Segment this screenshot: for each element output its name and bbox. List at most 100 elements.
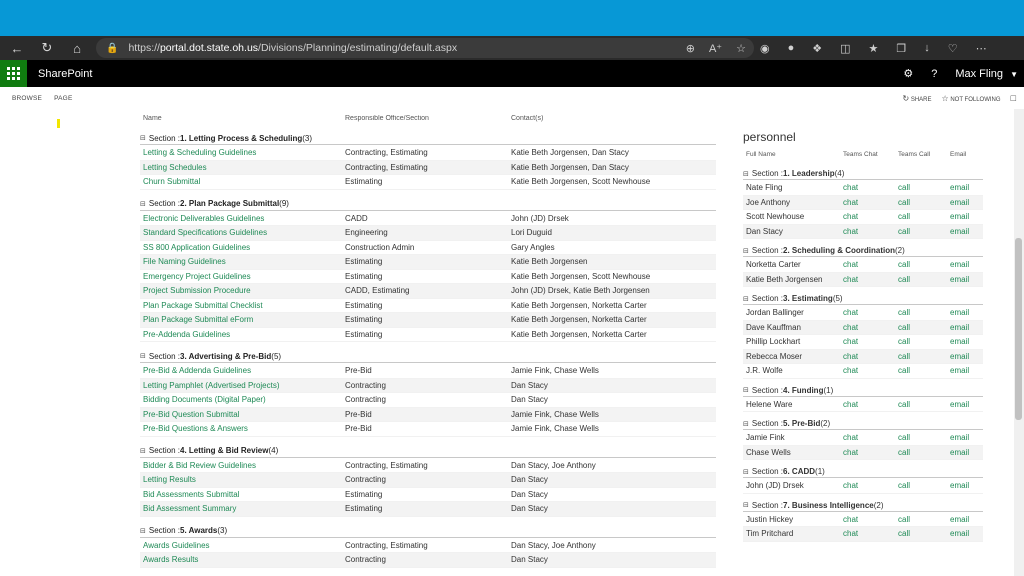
email-link[interactable]: email — [950, 260, 983, 269]
collapse-icon[interactable]: ⊟ — [743, 468, 749, 476]
downloads-icon[interactable]: ↓ — [924, 42, 930, 54]
section-header[interactable]: ⊟ Section : 4. Letting & Bid Review (4) — [140, 445, 716, 458]
section-header[interactable]: ⊟ Section : 5. Awards (3) — [140, 525, 716, 538]
teams-chat-link[interactable]: chat — [843, 212, 898, 221]
personnel-section-header[interactable]: ⊟ Section : 6. CADD (1) — [743, 466, 983, 478]
app-launcher-icon[interactable] — [0, 60, 27, 87]
follow-button[interactable]: ☆ NOT FOLLOWING — [941, 94, 1000, 103]
column-contacts[interactable]: Contact(s) — [511, 115, 716, 122]
teams-chat-link[interactable]: chat — [843, 308, 898, 317]
teams-call-link[interactable]: call — [898, 275, 950, 284]
collapse-icon[interactable]: ⊟ — [743, 295, 749, 303]
teams-call-link[interactable]: call — [898, 260, 950, 269]
extension-shield-icon[interactable]: ◉ — [760, 42, 770, 55]
email-link[interactable]: email — [950, 212, 983, 221]
teams-call-link[interactable]: call — [898, 515, 950, 524]
section-header[interactable]: ⊟ Section : 2. Plan Package Submittal (9) — [140, 198, 716, 211]
email-link[interactable]: email — [950, 183, 983, 192]
address-bar[interactable]: 🔒 https://portal.dot.state.oh.us/Divisio… — [96, 38, 754, 58]
teams-call-link[interactable]: call — [898, 352, 950, 361]
document-link[interactable]: Awards Guidelines — [140, 541, 345, 550]
email-link[interactable]: email — [950, 366, 983, 375]
teams-call-link[interactable]: call — [898, 227, 950, 236]
column-office[interactable]: Responsible Office/Section — [345, 115, 511, 122]
teams-chat-link[interactable]: chat — [843, 433, 898, 442]
personnel-section-header[interactable]: ⊟ Section : 1. Leadership (4) — [743, 168, 983, 180]
email-link[interactable]: email — [950, 515, 983, 524]
scrollbar-thumb[interactable] — [1015, 238, 1022, 420]
collapse-icon[interactable]: ⊟ — [140, 447, 146, 455]
document-link[interactable]: Letting Pamphlet (Advertised Projects) — [140, 381, 345, 390]
collapse-icon[interactable]: ⊟ — [140, 527, 146, 535]
collections-icon[interactable]: ❐ — [896, 42, 906, 55]
document-link[interactable]: Electronic Deliverables Guidelines — [140, 214, 345, 223]
share-button[interactable]: ↻ SHARE — [902, 94, 931, 103]
document-link[interactable]: Letting Results — [140, 475, 345, 484]
document-link[interactable]: Awards Results — [140, 555, 345, 564]
favorite-star-icon[interactable]: ☆ — [736, 42, 746, 55]
document-link[interactable]: Bidding Documents (Digital Paper) — [140, 395, 345, 404]
document-link[interactable]: Emergency Project Guidelines — [140, 272, 345, 281]
section-header[interactable]: ⊟ Section : 1. Letting Process & Scheduli… — [140, 132, 716, 145]
teams-chat-link[interactable]: chat — [843, 227, 898, 236]
teams-chat-link[interactable]: chat — [843, 198, 898, 207]
document-link[interactable]: Standard Specifications Guidelines — [140, 228, 345, 237]
teams-call-link[interactable]: call — [898, 400, 950, 409]
teams-chat-link[interactable]: chat — [843, 183, 898, 192]
teams-chat-link[interactable]: chat — [843, 337, 898, 346]
document-link[interactable]: Letting Schedules — [140, 163, 345, 172]
email-link[interactable]: email — [950, 448, 983, 457]
favorites-icon[interactable]: ★ — [869, 42, 879, 55]
teams-call-link[interactable]: call — [898, 448, 950, 457]
personnel-section-header[interactable]: ⊟ Section : 7. Business Intelligence (2) — [743, 500, 983, 512]
collapse-icon[interactable]: ⊟ — [140, 134, 146, 142]
column-teams-chat[interactable]: Teams Chat — [843, 151, 898, 158]
teams-chat-link[interactable]: chat — [843, 481, 898, 490]
teams-call-link[interactable]: call — [898, 323, 950, 332]
teams-call-link[interactable]: call — [898, 337, 950, 346]
extensions-puzzle-icon[interactable]: ❖ — [812, 42, 822, 55]
teams-call-link[interactable]: call — [898, 366, 950, 375]
document-link[interactable]: Pre-Bid Questions & Answers — [140, 424, 345, 433]
email-link[interactable]: email — [950, 198, 983, 207]
document-link[interactable]: Pre-Addenda Guidelines — [140, 330, 345, 339]
collapse-icon[interactable]: ⊟ — [743, 386, 749, 394]
help-icon[interactable]: ? — [931, 68, 937, 80]
collapse-icon[interactable]: ⊟ — [140, 352, 146, 360]
email-link[interactable]: email — [950, 481, 983, 490]
teams-chat-link[interactable]: chat — [843, 275, 898, 284]
teams-call-link[interactable]: call — [898, 198, 950, 207]
personnel-section-header[interactable]: ⊟ Section : 5. Pre-Bid (2) — [743, 418, 983, 430]
teams-chat-link[interactable]: chat — [843, 352, 898, 361]
more-menu-icon[interactable]: ⋯ — [976, 42, 987, 55]
teams-chat-link[interactable]: chat — [843, 515, 898, 524]
split-screen-icon[interactable]: ◫ — [840, 42, 850, 55]
app-name[interactable]: SharePoint — [38, 68, 92, 80]
tab-page[interactable]: PAGE — [54, 95, 72, 102]
personnel-section-header[interactable]: ⊟ Section : 2. Scheduling & Coordination … — [743, 245, 983, 257]
document-link[interactable]: Churn Submittal — [140, 177, 345, 186]
teams-chat-link[interactable]: chat — [843, 400, 898, 409]
teams-call-link[interactable]: call — [898, 183, 950, 192]
feedback-heart-icon[interactable]: ♡ — [948, 42, 958, 55]
zoom-icon[interactable]: ⊕ — [686, 42, 695, 55]
email-link[interactable]: email — [950, 308, 983, 317]
document-link[interactable]: Letting & Scheduling Guidelines — [140, 148, 345, 157]
collapse-icon[interactable]: ⊟ — [140, 200, 146, 208]
personnel-section-header[interactable]: ⊟ Section : 3. Estimating (5) — [743, 293, 983, 305]
user-menu[interactable]: Max Fling ▼ — [955, 68, 1018, 80]
document-link[interactable]: Bid Assessments Submittal — [140, 490, 345, 499]
collapse-icon[interactable]: ⊟ — [743, 501, 749, 509]
back-arrow-icon[interactable]: ← — [2, 36, 32, 60]
collapse-icon[interactable]: ⊟ — [743, 247, 749, 255]
settings-gear-icon[interactable]: ⚙ — [903, 67, 913, 80]
column-name[interactable]: Name — [140, 115, 345, 122]
section-header[interactable]: ⊟ Section : 3. Advertising & Pre-Bid (5) — [140, 350, 716, 363]
teams-call-link[interactable]: call — [898, 481, 950, 490]
email-link[interactable]: email — [950, 352, 983, 361]
teams-call-link[interactable]: call — [898, 433, 950, 442]
email-link[interactable]: email — [950, 433, 983, 442]
teams-chat-link[interactable]: chat — [843, 448, 898, 457]
teams-call-link[interactable]: call — [898, 529, 950, 538]
collapse-icon[interactable]: ⊟ — [743, 170, 749, 178]
